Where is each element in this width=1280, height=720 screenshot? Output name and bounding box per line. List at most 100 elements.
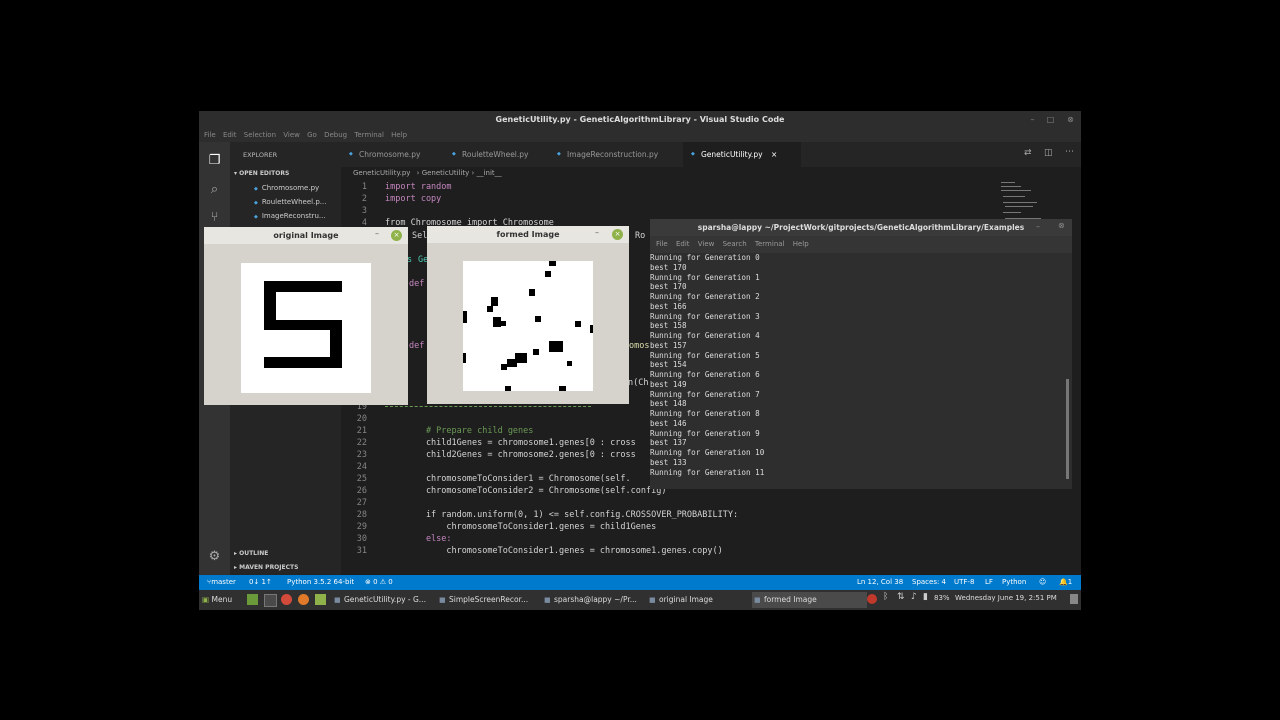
tab-imagereconstruction[interactable]: ImageReconstruction.py	[549, 142, 687, 167]
maximize-icon[interactable]: □	[1045, 114, 1056, 125]
menu-edit[interactable]: Edit	[223, 128, 237, 142]
cursor-position[interactable]: Ln 12, Col 38	[857, 575, 903, 590]
explorer-header: EXPLORER	[243, 151, 278, 159]
terminal-line: best 146	[650, 418, 687, 428]
language-mode[interactable]: Python	[1002, 575, 1026, 590]
outline-label: OUTLINE	[239, 550, 269, 557]
close-window-icon[interactable]: ×	[612, 229, 623, 240]
git-branch[interactable]: ⑂ master	[207, 575, 236, 590]
pixel-block	[549, 341, 563, 352]
show-desktop-icon[interactable]	[247, 594, 258, 605]
task-original-image[interactable]: original Image	[647, 592, 759, 608]
indent-spaces[interactable]: Spaces: 4	[912, 575, 946, 590]
open-editor-item[interactable]: RouletteWheel.p...	[254, 198, 327, 206]
start-menu-button[interactable]: ▣ Menu	[202, 593, 232, 607]
source-control-icon[interactable]: ⑂	[205, 208, 224, 227]
encoding[interactable]: UTF-8	[954, 575, 974, 590]
open-editor-item[interactable]: ImageReconstru...	[254, 212, 326, 220]
open-editor-item[interactable]: Chromosome.py	[254, 184, 319, 192]
tab-chromosome[interactable]: Chromosome.py	[341, 142, 456, 167]
terminal-line: best 148	[650, 399, 687, 409]
task-formed-image[interactable]: formed Image	[752, 592, 867, 608]
clock[interactable]: Wednesday June 19, 2:51 PM	[955, 594, 1057, 602]
smiley-icon[interactable]: ☺	[1039, 575, 1046, 590]
breadcrumb-file[interactable]: GeneticUtility.py	[353, 169, 410, 177]
code-line: chromosomeToConsider1.genes = child1Gene…	[385, 522, 657, 532]
network-icon[interactable]: ⇅	[897, 592, 905, 602]
close-window-icon[interactable]: ×	[391, 230, 402, 241]
breadcrumb-method[interactable]: __init__	[477, 169, 502, 177]
tab-geneticutility[interactable]: GeneticUtility.py ×	[683, 142, 801, 167]
terminal-line: Running for Generation 4	[650, 331, 760, 340]
open-editors-label: OPEN EDITORS	[239, 170, 290, 177]
minimize-icon[interactable]: –	[1027, 114, 1038, 125]
terminal-line: Running for Generation 1	[650, 272, 760, 282]
files-launcher-icon[interactable]	[315, 594, 326, 605]
terminal-line: best 154	[650, 360, 687, 370]
gear-icon[interactable]: ⚙	[205, 547, 224, 566]
python-interpreter[interactable]: Python 3.5.2 64-bit	[287, 575, 354, 590]
menu-help[interactable]: Help	[391, 128, 407, 142]
terminal-line: Running for Generation 9	[650, 428, 760, 438]
chrome-launcher-icon[interactable]	[281, 594, 292, 605]
line-number: 30	[356, 534, 367, 544]
terminal-scrollbar[interactable]	[1066, 379, 1069, 479]
terminal-window: sparsha@lappy ~/ProjectWork/gitprojects/…	[650, 219, 1072, 489]
breadcrumb-class[interactable]: GeneticUtility	[422, 169, 470, 177]
terminal-line: best 170	[650, 262, 687, 272]
notifications-bell[interactable]: 🔔 1	[1059, 575, 1072, 590]
task-terminal[interactable]: sparsha@lappy ~/Pr...	[542, 592, 654, 608]
recorder-status-icon[interactable]	[867, 594, 877, 604]
terminal-line: best 166	[650, 301, 687, 311]
maven-section[interactable]: ▸ MAVEN PROJECTS	[234, 564, 298, 571]
pixel-block	[501, 364, 507, 370]
minimize-icon[interactable]: –	[595, 228, 599, 237]
menu-search[interactable]: Search	[723, 236, 747, 253]
more-actions-icon[interactable]: ⋯	[1065, 147, 1074, 157]
pixel-block	[533, 349, 539, 355]
open-editors-section[interactable]: ▾ OPEN EDITORS	[234, 170, 289, 177]
close-window-icon[interactable]: ⊗	[1058, 221, 1065, 230]
terminal-launcher-icon[interactable]	[264, 594, 277, 607]
menu-terminal[interactable]: Terminal	[354, 128, 384, 142]
eol[interactable]: LF	[985, 575, 993, 590]
menu-file[interactable]: File	[204, 128, 216, 142]
menu-file[interactable]: File	[656, 236, 668, 253]
volume-icon[interactable]: ♪	[911, 592, 917, 602]
split-editor-icon[interactable]: ◫	[1044, 148, 1053, 158]
menu-help[interactable]: Help	[793, 236, 809, 253]
files-icon[interactable]: ❐	[205, 151, 224, 170]
battery-icon[interactable]: ▮	[923, 592, 928, 602]
close-tab-icon[interactable]: ×	[771, 142, 777, 167]
terminal-menu-bar: File Edit View Search Terminal Help	[650, 236, 1072, 253]
minimize-icon[interactable]: –	[375, 229, 379, 238]
search-icon[interactable]: ⌕	[205, 180, 224, 199]
menu-go[interactable]: Go	[307, 128, 317, 142]
problems-count[interactable]: ⊗ 0 ⚠ 0	[365, 575, 393, 590]
menu-terminal[interactable]: Terminal	[755, 236, 785, 253]
terminal-output[interactable]: Running for Generation 0 best 170 Runnin…	[650, 253, 1060, 489]
close-window-icon[interactable]: ⊗	[1065, 114, 1076, 125]
firefox-launcher-icon[interactable]	[298, 594, 309, 605]
outline-section[interactable]: ▸ OUTLINE	[234, 550, 268, 557]
line-number: 2	[361, 194, 367, 204]
pixel-block	[505, 386, 511, 391]
minimize-icon[interactable]: –	[1036, 222, 1040, 231]
tab-roulettewheel[interactable]: RouletteWheel.py	[444, 142, 562, 167]
task-vscode[interactable]: GeneticUtility.py - G...	[332, 592, 444, 608]
pixel-block	[559, 386, 566, 391]
menu-view[interactable]: View	[698, 236, 715, 253]
terminal-line: Running for Generation 3	[650, 311, 760, 321]
menu-edit[interactable]: Edit	[676, 236, 690, 253]
menu-debug[interactable]: Debug	[324, 128, 347, 142]
pixel-block	[545, 271, 551, 277]
menu-view[interactable]: View	[283, 128, 300, 142]
menu-selection[interactable]: Selection	[244, 128, 276, 142]
git-sync[interactable]: 0↓ 1↑	[249, 575, 272, 590]
bluetooth-icon[interactable]: ᛒ	[883, 592, 888, 602]
split-diff-icon[interactable]: ⇄	[1024, 148, 1032, 158]
terminal-current-line: Running for Generation 11	[650, 467, 765, 477]
show-desktop-corner[interactable]	[1070, 594, 1078, 604]
task-screen-recorder[interactable]: SimpleScreenRecor...	[437, 592, 549, 608]
pixel-block	[487, 306, 493, 312]
